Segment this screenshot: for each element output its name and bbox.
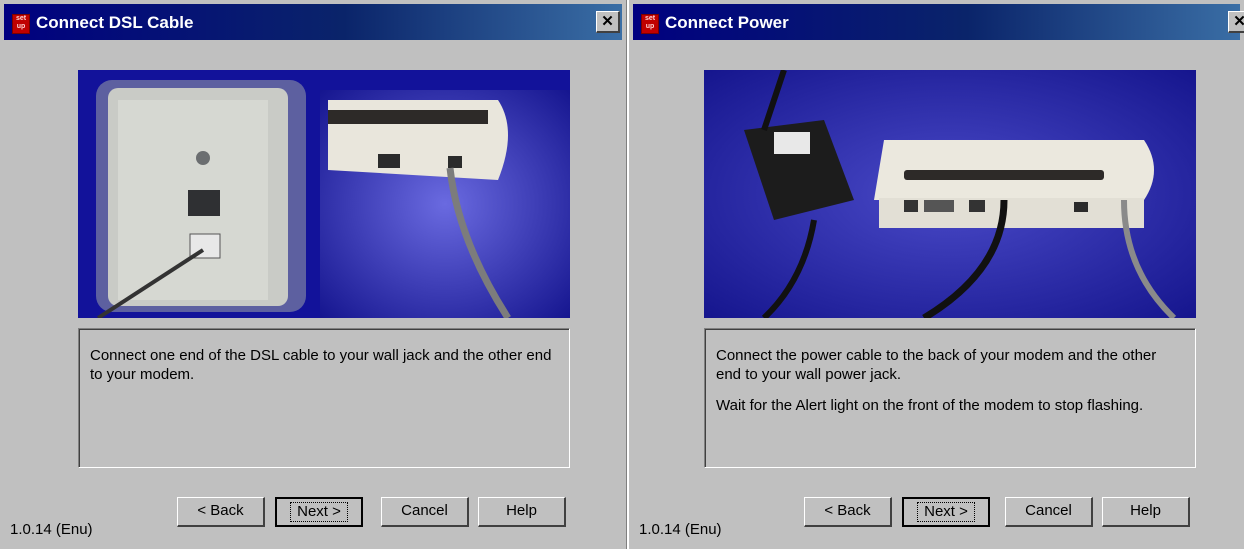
version-label: 1.0.14 (Enu) bbox=[639, 521, 722, 538]
instruction-text: Connect the power cable to the back of y… bbox=[716, 347, 1157, 383]
back-button[interactable]: < Back bbox=[804, 497, 892, 527]
dsl-cable-dialog: set up Connect DSL Cable ✕ Connect one e… bbox=[0, 0, 627, 549]
instruction-box: Connect the power cable to the back of y… bbox=[704, 328, 1196, 468]
close-button[interactable]: ✕ bbox=[596, 11, 620, 33]
dsl-cable-photo bbox=[78, 70, 570, 318]
instruction-box: Connect one end of the DSL cable to your… bbox=[78, 328, 570, 468]
title-bar[interactable]: set up Connect DSL Cable ✕ bbox=[4, 4, 622, 40]
close-button[interactable]: ✕ bbox=[1228, 11, 1244, 33]
version-label: 1.0.14 (Enu) bbox=[10, 521, 93, 538]
instruction-text: Connect one end of the DSL cable to your… bbox=[90, 347, 552, 383]
window-title: Connect Power bbox=[665, 13, 789, 32]
power-cable-photo bbox=[704, 70, 1196, 318]
cancel-button[interactable]: Cancel bbox=[381, 497, 469, 527]
instruction-text-2: Wait for the Alert light on the front of… bbox=[716, 397, 1144, 414]
help-button[interactable]: Help bbox=[478, 497, 566, 527]
next-button[interactable]: Next > bbox=[902, 497, 990, 527]
setup-icon: set up bbox=[12, 14, 30, 34]
help-button[interactable]: Help bbox=[1102, 497, 1190, 527]
next-button[interactable]: Next > bbox=[275, 497, 363, 527]
power-dialog: set up Connect Power ✕ bbox=[628, 0, 1244, 549]
cancel-button[interactable]: Cancel bbox=[1005, 497, 1093, 527]
back-button[interactable]: < Back bbox=[177, 497, 265, 527]
title-bar[interactable]: set up Connect Power ✕ bbox=[633, 4, 1244, 40]
window-title: Connect DSL Cable bbox=[36, 13, 194, 32]
setup-icon: set up bbox=[641, 14, 659, 34]
